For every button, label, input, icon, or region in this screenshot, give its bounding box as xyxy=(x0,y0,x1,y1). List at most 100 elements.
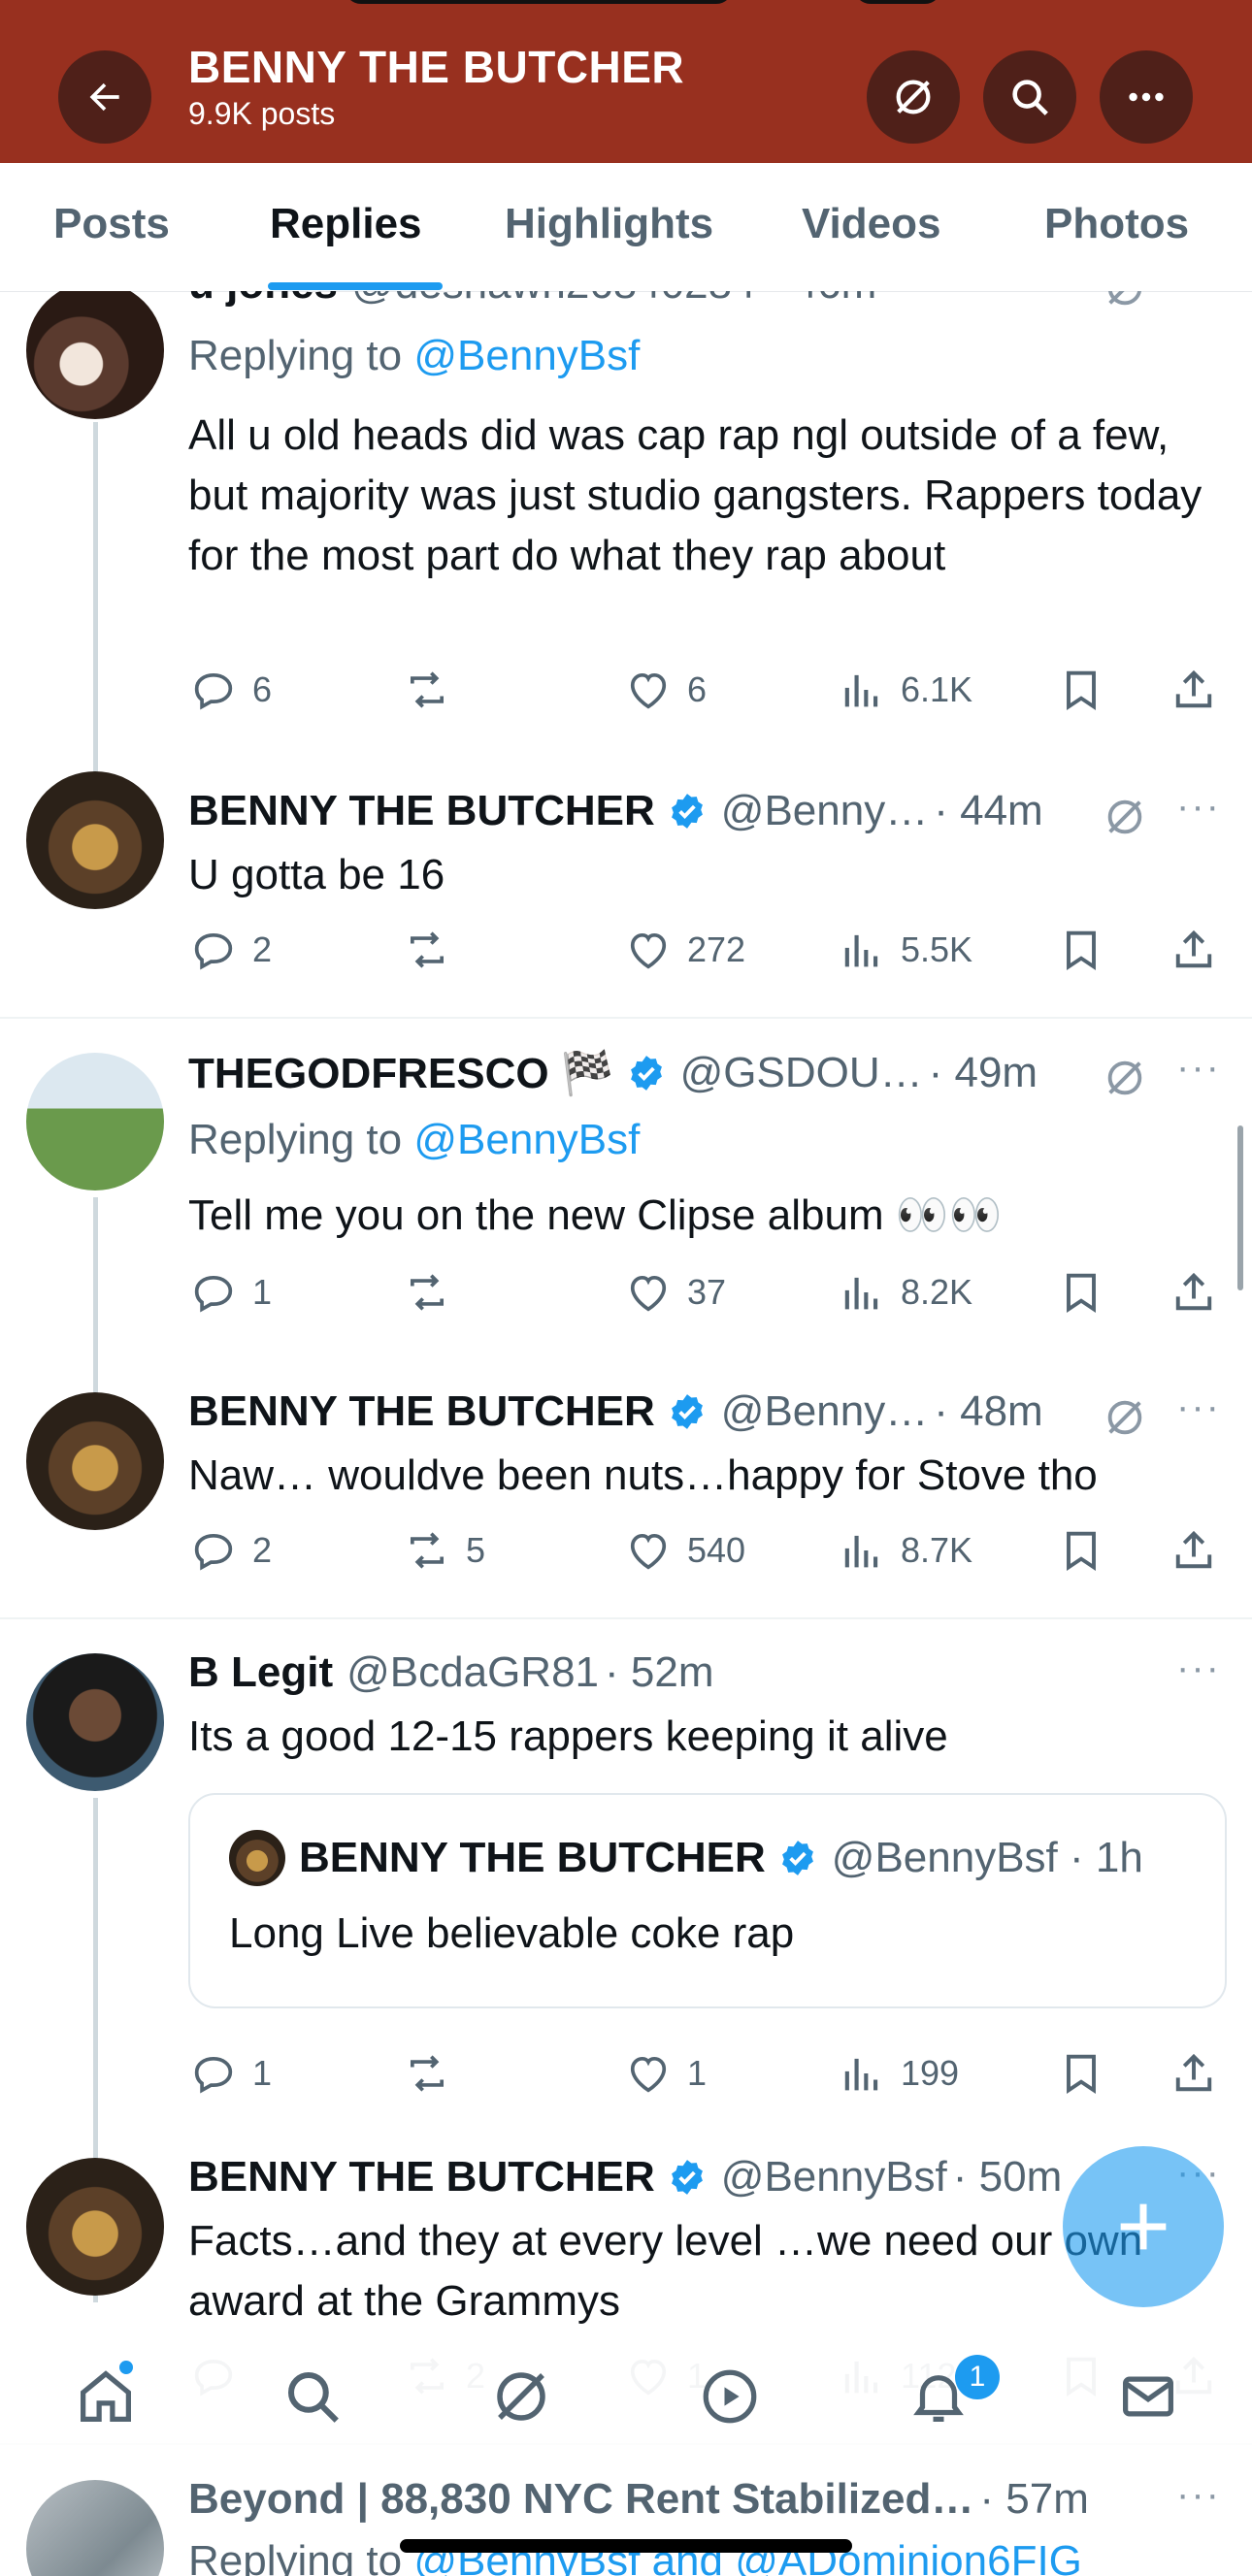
replying-to-link[interactable]: @BennyBsf xyxy=(413,332,640,379)
grok-icon xyxy=(896,80,931,114)
avatar[interactable] xyxy=(26,771,164,909)
author-name[interactable]: B Legit xyxy=(188,1648,333,1697)
repost-count: 5 xyxy=(466,1530,486,1570)
reply-count: 1 xyxy=(252,1272,273,1312)
share-button[interactable] xyxy=(1169,665,1219,715)
tab-videos[interactable]: Videos xyxy=(802,200,940,248)
divider xyxy=(0,1017,1252,1019)
repost-button[interactable] xyxy=(402,1267,466,1318)
nav-video[interactable] xyxy=(696,2363,764,2430)
avatar[interactable] xyxy=(26,2158,164,2296)
home-indicator[interactable] xyxy=(400,2539,852,2553)
author-name[interactable]: BENNY THE BUTCHER xyxy=(188,787,655,835)
quoted-avatar xyxy=(229,1830,285,1886)
replying-label: Replying to xyxy=(188,1116,414,1163)
author-name[interactable]: u jones xyxy=(188,291,338,309)
compose-button[interactable] xyxy=(1063,2146,1224,2307)
author-name[interactable]: Beyond | 88,830 NYC Rent Stabilized… xyxy=(188,2475,973,2524)
analytics-icon xyxy=(844,2058,878,2091)
status-pill xyxy=(854,0,941,4)
views-button[interactable]: 8.7K xyxy=(837,1525,972,1576)
view-count: 6.1K xyxy=(901,669,973,709)
like-button[interactable]: 37 xyxy=(623,1267,726,1318)
scrollbar[interactable] xyxy=(1237,1125,1243,1290)
more-icon[interactable]: ··· xyxy=(1176,1647,1221,1690)
bookmark-button[interactable] xyxy=(1056,1525,1106,1576)
quoted-author-name: BENNY THE BUTCHER xyxy=(299,1834,766,1881)
replying-to-link[interactable]: @BennyBsf xyxy=(413,1116,640,1163)
nav-search[interactable] xyxy=(279,2363,346,2430)
like-button[interactable]: 540 xyxy=(623,1525,745,1576)
reply-button[interactable]: 2 xyxy=(188,1525,272,1576)
back-button[interactable] xyxy=(58,50,151,144)
grok-icon[interactable] xyxy=(1103,291,1147,310)
tweet-text: Naw… wouldve been nuts…happy for Stove t… xyxy=(188,1451,1098,1499)
verified-badge-icon xyxy=(671,2160,703,2195)
reply-button[interactable]: 1 xyxy=(188,2048,272,2099)
heart-icon xyxy=(630,1275,667,1312)
analytics-icon xyxy=(844,1277,878,1310)
grok-icon[interactable] xyxy=(1103,1395,1147,1440)
avatar[interactable] xyxy=(26,1053,164,1190)
more-icon[interactable]: ··· xyxy=(1176,1386,1221,1429)
reply-button[interactable]: 1 xyxy=(188,1267,272,1318)
bookmark-button[interactable] xyxy=(1056,665,1106,715)
share-button[interactable] xyxy=(1169,2048,1219,2099)
search-button[interactable] xyxy=(983,50,1076,144)
repost-button[interactable] xyxy=(402,925,466,975)
avatar[interactable] xyxy=(26,2480,164,2576)
repost-button[interactable] xyxy=(402,2048,466,2099)
grok-button[interactable] xyxy=(867,50,960,144)
nav-grok[interactable] xyxy=(487,2363,555,2430)
bookmark-button[interactable] xyxy=(1056,1267,1106,1318)
tab-photos[interactable]: Photos xyxy=(1044,200,1189,248)
more-icon[interactable]: ··· xyxy=(1176,2473,1221,2517)
views-button[interactable]: 6.1K xyxy=(837,665,972,715)
more-icon[interactable]: ··· xyxy=(1176,291,1221,302)
tab-highlights[interactable]: Highlights xyxy=(505,200,713,248)
like-button[interactable]: 272 xyxy=(623,925,745,975)
bookmark-button[interactable] xyxy=(1056,2048,1106,2099)
ellipsis-icon xyxy=(1129,92,1164,102)
repost-button[interactable]: 5 xyxy=(402,1525,485,1576)
author-handle: @Benny… xyxy=(720,787,929,834)
views-button[interactable]: 199 xyxy=(837,2048,959,2099)
post-time: · 52m xyxy=(605,1648,714,1696)
avatar[interactable] xyxy=(26,291,164,419)
author-name[interactable]: THEGODFRESCO 🏁 xyxy=(188,1048,614,1098)
tab-posts[interactable]: Posts xyxy=(53,200,170,248)
bookmark-button[interactable] xyxy=(1056,925,1106,975)
verified-badge-icon xyxy=(671,794,703,829)
more-options-button[interactable] xyxy=(1100,50,1193,144)
share-button[interactable] xyxy=(1169,925,1219,975)
post-time: · 49m xyxy=(928,1049,1038,1096)
tab-replies[interactable]: Replies xyxy=(270,200,422,248)
author-name[interactable]: BENNY THE BUTCHER xyxy=(188,2153,655,2201)
share-button[interactable] xyxy=(1169,1525,1219,1576)
reply-icon xyxy=(194,672,233,710)
share-button[interactable] xyxy=(1169,1267,1219,1318)
views-button[interactable]: 5.5K xyxy=(837,925,972,975)
more-icon[interactable]: ··· xyxy=(1176,785,1221,829)
avatar[interactable] xyxy=(26,1392,164,1530)
dynamic-island xyxy=(345,0,733,4)
grok-icon[interactable] xyxy=(1103,795,1147,839)
tweet-text: Its a good 12-15 rappers keeping it aliv… xyxy=(188,1712,948,1760)
like-button[interactable]: 1 xyxy=(623,2048,707,2099)
quoted-text: Long Live believable coke rap xyxy=(229,1909,795,1957)
repost-button[interactable] xyxy=(402,665,466,715)
more-icon[interactable]: ··· xyxy=(1176,1046,1221,1090)
plus-icon xyxy=(1120,2203,1167,2250)
like-button[interactable]: 6 xyxy=(623,665,707,715)
nav-messages[interactable] xyxy=(1114,2363,1182,2430)
avatar[interactable] xyxy=(26,1653,164,1791)
share-icon xyxy=(1175,669,1212,708)
reply-button[interactable]: 2 xyxy=(188,925,272,975)
author-name[interactable]: BENNY THE BUTCHER xyxy=(188,1387,655,1436)
views-button[interactable]: 8.2K xyxy=(837,1267,972,1318)
reply-button[interactable]: 6 xyxy=(188,665,272,715)
grok-icon[interactable] xyxy=(1103,1056,1147,1100)
quoted-tweet[interactable]: BENNY THE BUTCHER @BennyBsf · 1h Long Li… xyxy=(188,1793,1227,2008)
nav-home[interactable] xyxy=(72,2363,140,2430)
replying-label: Replying to xyxy=(188,2537,414,2576)
